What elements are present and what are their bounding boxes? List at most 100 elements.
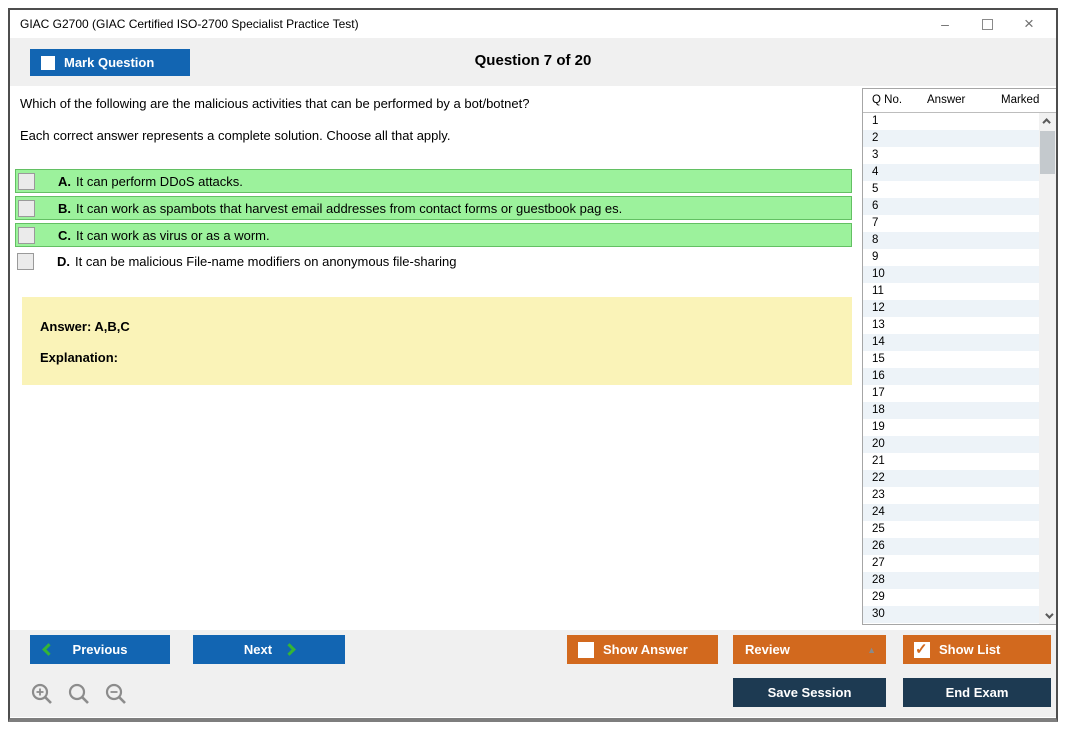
question-list-row[interactable]: 10 (863, 266, 1039, 284)
question-list-row[interactable]: 2 (863, 130, 1039, 148)
end-exam-button[interactable]: End Exam (903, 678, 1051, 707)
option-checkbox[interactable] (18, 227, 35, 244)
show-list-button[interactable]: ✓ Show List (903, 635, 1051, 664)
show-list-label: Show List (939, 642, 1001, 657)
question-list-rows: 1 2 3 4 5 6 7 8 9 10 11 12 13 14 15 16 1… (863, 113, 1039, 624)
option-checkbox[interactable] (18, 173, 35, 190)
question-list-row[interactable]: 28 (863, 572, 1039, 590)
question-list-row[interactable]: 11 (863, 283, 1039, 300)
answer-option-d[interactable]: D. It can be malicious File-name modifier… (15, 250, 852, 274)
question-list-row[interactable]: 30 (863, 606, 1039, 624)
column-header-marked: Marked (1001, 94, 1040, 106)
row-qno: 26 (872, 540, 885, 553)
question-list-row[interactable]: 19 (863, 419, 1039, 436)
question-list-row[interactable]: 4 (863, 164, 1039, 182)
row-qno: 19 (872, 421, 885, 434)
chevron-left-icon (42, 643, 55, 656)
chevron-right-icon (283, 643, 296, 656)
show-answer-label: Show Answer (603, 642, 688, 657)
question-list-row[interactable]: 3 (863, 147, 1039, 164)
row-qno: 12 (872, 302, 885, 315)
row-qno: 22 (872, 472, 885, 485)
question-list-row[interactable]: 26 (863, 538, 1039, 556)
row-qno: 28 (872, 574, 885, 587)
save-session-button[interactable]: Save Session (733, 678, 886, 707)
question-list-row[interactable]: 21 (863, 453, 1039, 470)
show-list-checkbox[interactable]: ✓ (914, 641, 930, 658)
list-scrollbar[interactable] (1039, 113, 1056, 624)
scrollbar-thumb[interactable] (1040, 131, 1055, 174)
header-bar: Mark Question Question 7 of 20 (10, 38, 1056, 86)
row-qno: 17 (872, 387, 885, 400)
next-label: Next (243, 642, 273, 657)
column-header-answer: Answer (927, 94, 966, 106)
zoom-out-icon[interactable] (104, 682, 129, 707)
row-qno: 13 (872, 319, 885, 332)
question-list-row[interactable]: 6 (863, 198, 1039, 216)
question-list-row[interactable]: 22 (863, 470, 1039, 488)
question-list-row[interactable]: 13 (863, 317, 1039, 334)
option-checkbox[interactable] (17, 253, 34, 270)
options-list: A. It can perform DDoS attacks. B. It can … (15, 169, 852, 277)
question-list-row[interactable]: 29 (863, 589, 1039, 606)
zoom-reset-icon[interactable] (67, 682, 92, 707)
row-qno: 8 (872, 234, 879, 247)
review-dropdown[interactable]: Review ▲ (733, 635, 886, 664)
answer-option-c[interactable]: C. It can work as virus or as a worm. (15, 223, 852, 247)
answer-option-a[interactable]: A. It can perform DDoS attacks. (15, 169, 852, 193)
question-list-row[interactable]: 15 (863, 351, 1039, 368)
question-list-row[interactable]: 5 (863, 181, 1039, 198)
option-letter: A. (58, 174, 71, 189)
question-list-row[interactable]: 8 (863, 232, 1039, 250)
row-qno: 29 (872, 591, 885, 604)
show-answer-button[interactable]: Show Answer (567, 635, 718, 664)
question-list-row[interactable]: 1 (863, 113, 1039, 130)
question-list-row[interactable]: 17 (863, 385, 1039, 402)
explanation-label: Explanation: (40, 350, 119, 365)
title-bar: GIAC G2700 (GIAC Certified ISO-2700 Spec… (10, 10, 1056, 38)
question-list-panel: Q No. Answer Marked 1 2 3 4 5 6 7 8 9 10… (862, 88, 1056, 625)
question-list-row[interactable]: 9 (863, 249, 1039, 266)
previous-label: Previous (72, 642, 128, 657)
row-qno: 6 (872, 200, 879, 213)
row-qno: 18 (872, 404, 885, 417)
question-list-row[interactable]: 25 (863, 521, 1039, 538)
answer-text: Answer: A,B,C (40, 319, 130, 334)
previous-button[interactable]: Previous (30, 635, 170, 664)
show-answer-checkbox[interactable] (578, 641, 594, 658)
answer-option-b[interactable]: B. It can work as spambots that harvest e… (15, 196, 852, 220)
row-qno: 30 (872, 608, 885, 621)
close-icon: × (1024, 14, 1034, 33)
question-list-row[interactable]: 18 (863, 402, 1039, 420)
option-checkbox[interactable] (18, 200, 35, 217)
row-qno: 14 (872, 336, 885, 349)
review-label: Review (745, 642, 790, 657)
chevron-up-icon (1041, 118, 1051, 127)
row-qno: 2 (872, 132, 879, 145)
question-list-row[interactable]: 12 (863, 300, 1039, 318)
question-list-row[interactable]: 14 (863, 334, 1039, 352)
question-list-row[interactable]: 24 (863, 504, 1039, 522)
zoom-toolbar (30, 682, 129, 707)
window-title: GIAC G2700 (GIAC Certified ISO-2700 Spec… (20, 17, 359, 31)
question-list-row[interactable]: 20 (863, 436, 1039, 454)
maximize-button[interactable] (966, 10, 1008, 38)
question-list-row[interactable]: 23 (863, 487, 1039, 504)
close-button[interactable]: × (1008, 10, 1050, 38)
row-qno: 21 (872, 455, 885, 468)
scroll-up-button[interactable] (1039, 113, 1056, 129)
question-text: Which of the following are the malicious… (20, 96, 530, 111)
question-list-row[interactable]: 16 (863, 368, 1039, 386)
question-list-row[interactable]: 7 (863, 215, 1039, 232)
next-button[interactable]: Next (193, 635, 345, 664)
row-qno: 15 (872, 353, 885, 366)
minimize-button[interactable]: – (924, 10, 966, 38)
row-qno: 10 (872, 268, 885, 281)
row-qno: 4 (872, 166, 879, 179)
zoom-in-icon[interactable] (30, 682, 55, 707)
answer-panel: Answer: A,B,C Explanation: (22, 297, 852, 385)
row-qno: 20 (872, 438, 885, 451)
scroll-down-button[interactable] (1039, 608, 1056, 624)
save-session-label: Save Session (767, 685, 852, 700)
question-list-row[interactable]: 27 (863, 555, 1039, 572)
